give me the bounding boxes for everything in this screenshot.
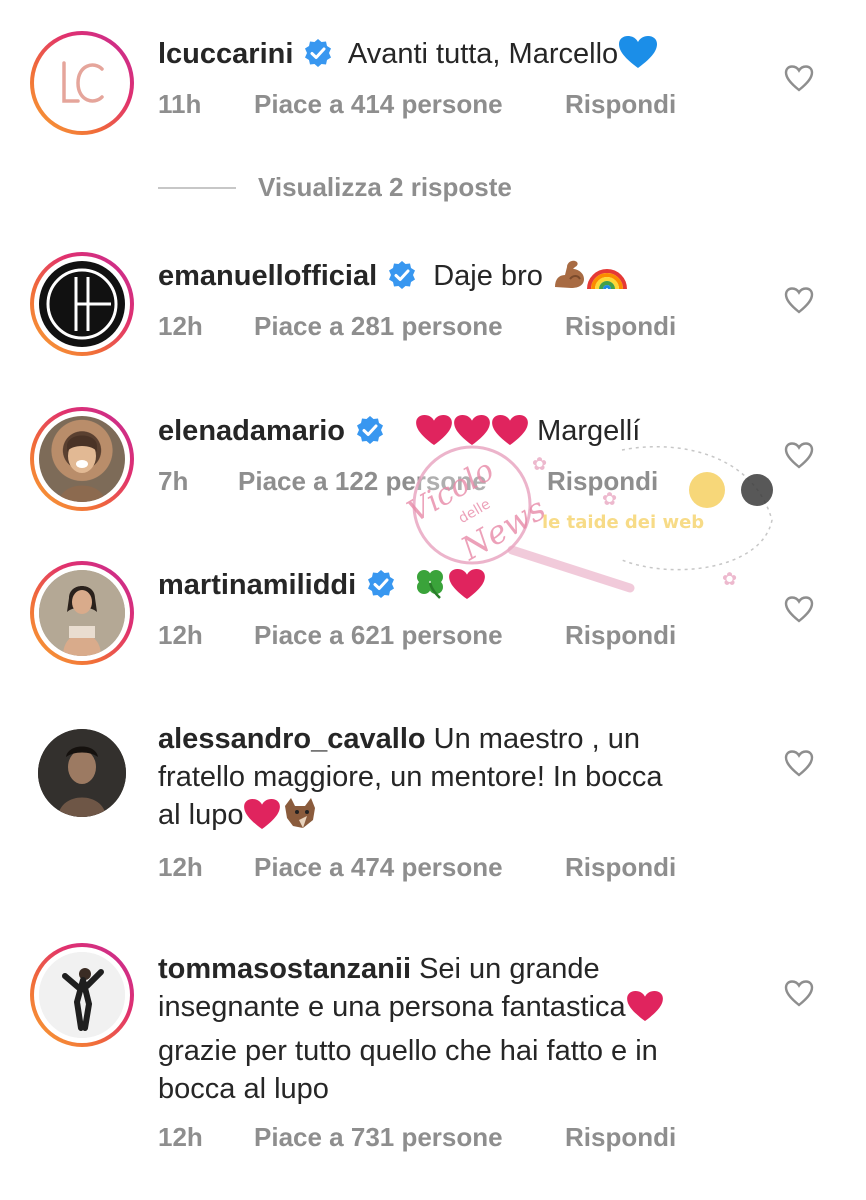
emanuel-logo (46, 268, 118, 340)
verified-badge-icon (303, 38, 333, 78)
avatar[interactable] (30, 31, 134, 135)
username[interactable]: lcuccarini (158, 38, 293, 70)
view-replies-button[interactable]: Visualizza 2 risposte (158, 172, 512, 203)
username[interactable]: alessandro_cavallo (158, 723, 426, 755)
username[interactable]: emanuellofficial (158, 260, 377, 292)
red-heart-icon (448, 568, 486, 610)
comment-text-line-1: Sei un grande (419, 953, 600, 985)
reply-button[interactable]: Rispondi (565, 852, 676, 883)
red-heart-icon (415, 414, 453, 456)
comment-text-line-1: Un maestro , un (433, 723, 640, 755)
timestamp: 11h (158, 89, 202, 119)
avatar[interactable] (30, 561, 134, 665)
red-heart-icon (491, 414, 529, 456)
rainbow-icon (586, 257, 627, 301)
likes-count[interactable]: Piace a 414 persone (254, 89, 565, 120)
username[interactable]: tommasostanzanii (158, 953, 411, 985)
comment-text-line-2: insegnante e una persona fantastica (158, 991, 626, 1023)
watermark-banner: le taide dei web (542, 512, 704, 533)
comment-text: Daje bro (433, 260, 543, 292)
like-heart-icon[interactable] (784, 595, 814, 623)
likes-count[interactable]: Piace a 122 persone (238, 466, 549, 497)
reply-button[interactable]: Rispondi (565, 89, 676, 120)
avatar[interactable] (30, 407, 134, 511)
comment-text-line-2: fratello maggiore, un mentore! In bocca (158, 761, 663, 793)
like-heart-icon[interactable] (784, 979, 814, 1007)
comment-text-line-3: al lupo (158, 799, 244, 831)
likes-count[interactable]: Piace a 621 persone (254, 620, 565, 651)
avatar[interactable] (30, 943, 134, 1047)
username[interactable]: elenadamario (158, 415, 345, 447)
lc-monogram-logo (62, 61, 104, 103)
comment-text-line-3: grazie per tutto quello che hai fatto e … (158, 1035, 658, 1067)
red-heart-icon (243, 798, 281, 840)
like-heart-icon[interactable] (784, 749, 814, 777)
verified-badge-icon (366, 569, 396, 609)
wolf-icon (281, 796, 319, 840)
reply-button[interactable]: Rispondi (565, 1122, 676, 1153)
verified-badge-icon (387, 260, 417, 300)
comment-text-line-4: bocca al lupo (158, 1073, 329, 1105)
avatar[interactable] (30, 252, 134, 356)
four-leaf-clover-icon (412, 566, 448, 610)
timestamp: 7h (158, 466, 189, 496)
likes-count[interactable]: Piace a 281 persone (254, 311, 565, 342)
likes-count[interactable]: Piace a 474 persone (254, 852, 565, 883)
watermark-text-2: delle (456, 496, 493, 527)
avatar[interactable] (30, 721, 134, 825)
timestamp: 12h (158, 1122, 203, 1152)
comment-text: Margellí (537, 415, 641, 447)
reply-button[interactable]: Rispondi (547, 466, 658, 497)
flexed-biceps-icon (551, 257, 587, 301)
divider-line (158, 186, 236, 189)
red-heart-icon (453, 414, 491, 456)
blue-heart-icon (618, 35, 658, 79)
watermark-text-3: News (454, 489, 552, 568)
likes-count[interactable]: Piace a 731 persone (254, 1122, 565, 1153)
red-heart-icon (626, 990, 664, 1032)
username[interactable]: martinamiliddi (158, 569, 356, 601)
timestamp: 12h (158, 620, 203, 650)
profile-photo (59, 435, 105, 502)
profile-photo (39, 952, 125, 1038)
profile-photo (39, 570, 125, 656)
view-replies-label: Visualizza 2 risposte (258, 172, 512, 202)
like-heart-icon[interactable] (784, 64, 814, 92)
profile-photo (38, 729, 126, 817)
timestamp: 12h (158, 852, 203, 882)
comment-text: Avanti tutta, Marcello (347, 38, 619, 70)
reply-button[interactable]: Rispondi (565, 620, 676, 651)
verified-badge-icon (355, 415, 385, 455)
like-heart-icon[interactable] (784, 286, 814, 314)
timestamp: 12h (158, 311, 203, 341)
reply-button[interactable]: Rispondi (565, 311, 676, 342)
like-heart-icon[interactable] (784, 441, 814, 469)
